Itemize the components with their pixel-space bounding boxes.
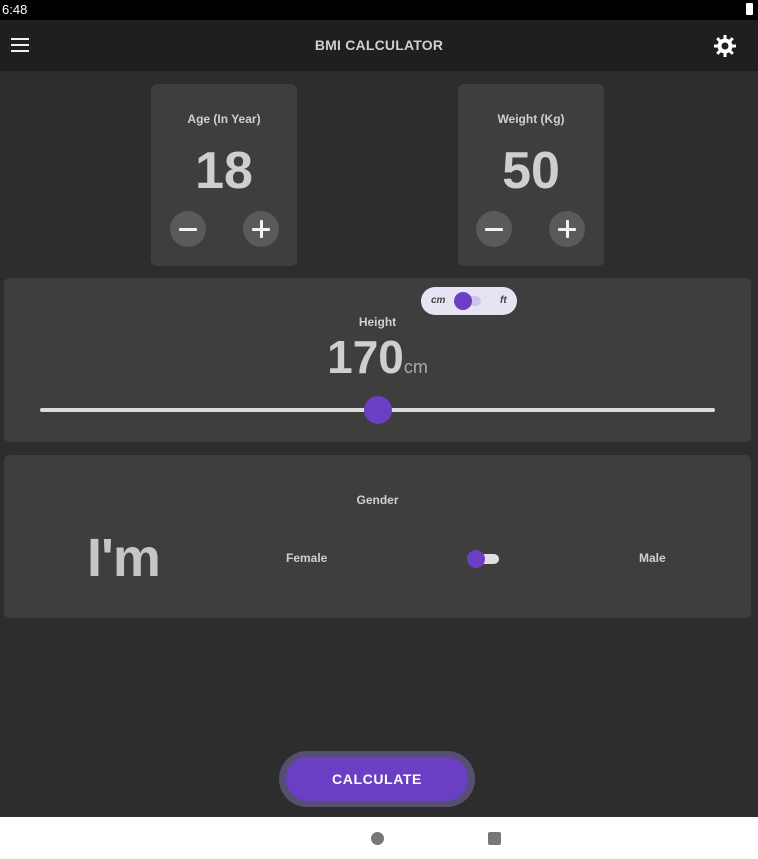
weight-increment-button[interactable] [549, 211, 585, 247]
height-slider-thumb[interactable] [363, 396, 392, 424]
unit-ft-label: ft [500, 295, 507, 306]
height-unit: cm [403, 357, 428, 377]
minus-icon [179, 228, 197, 231]
home-icon[interactable] [371, 832, 384, 845]
age-decrement-button[interactable] [170, 211, 206, 247]
age-label: Age (In Year) [187, 112, 261, 126]
female-label[interactable]: Female [286, 551, 327, 565]
recents-icon[interactable] [488, 832, 501, 845]
age-value: 18 [195, 142, 253, 200]
app-title: BMI CALCULATOR [314, 37, 444, 53]
status-bar: 6:48 [0, 0, 758, 20]
gender-card: Gender I'm Female Male [4, 455, 751, 618]
weight-card: Weight (Kg) 50 [458, 84, 604, 266]
gender-toggle-knob [467, 550, 485, 568]
calculate-button-label: CALCULATE [286, 757, 468, 801]
age-card: Age (In Year) 18 [151, 84, 297, 266]
unit-cm-label: cm [431, 295, 446, 306]
calculate-button[interactable]: CALCULATE [279, 751, 475, 807]
height-value: 170 [327, 331, 404, 383]
system-nav-bar [0, 817, 758, 859]
gender-label: Gender [356, 493, 399, 507]
battery-icon [746, 3, 753, 15]
gear-icon[interactable] [713, 34, 737, 58]
height-label: Height [358, 315, 397, 329]
unit-toggle[interactable]: cm ft [421, 287, 517, 315]
status-time: 6:48 [2, 2, 28, 17]
age-increment-button[interactable] [243, 211, 279, 247]
gender-prefix: I'm [87, 528, 161, 588]
minus-icon [485, 228, 503, 231]
height-readout: 170cm [4, 330, 751, 384]
male-label[interactable]: Male [639, 551, 666, 565]
app-bar: BMI CALCULATOR [0, 20, 758, 71]
gender-toggle[interactable] [467, 550, 501, 568]
unit-toggle-knob [454, 292, 472, 310]
weight-value: 50 [502, 142, 560, 200]
weight-label: Weight (Kg) [497, 112, 565, 126]
weight-decrement-button[interactable] [476, 211, 512, 247]
